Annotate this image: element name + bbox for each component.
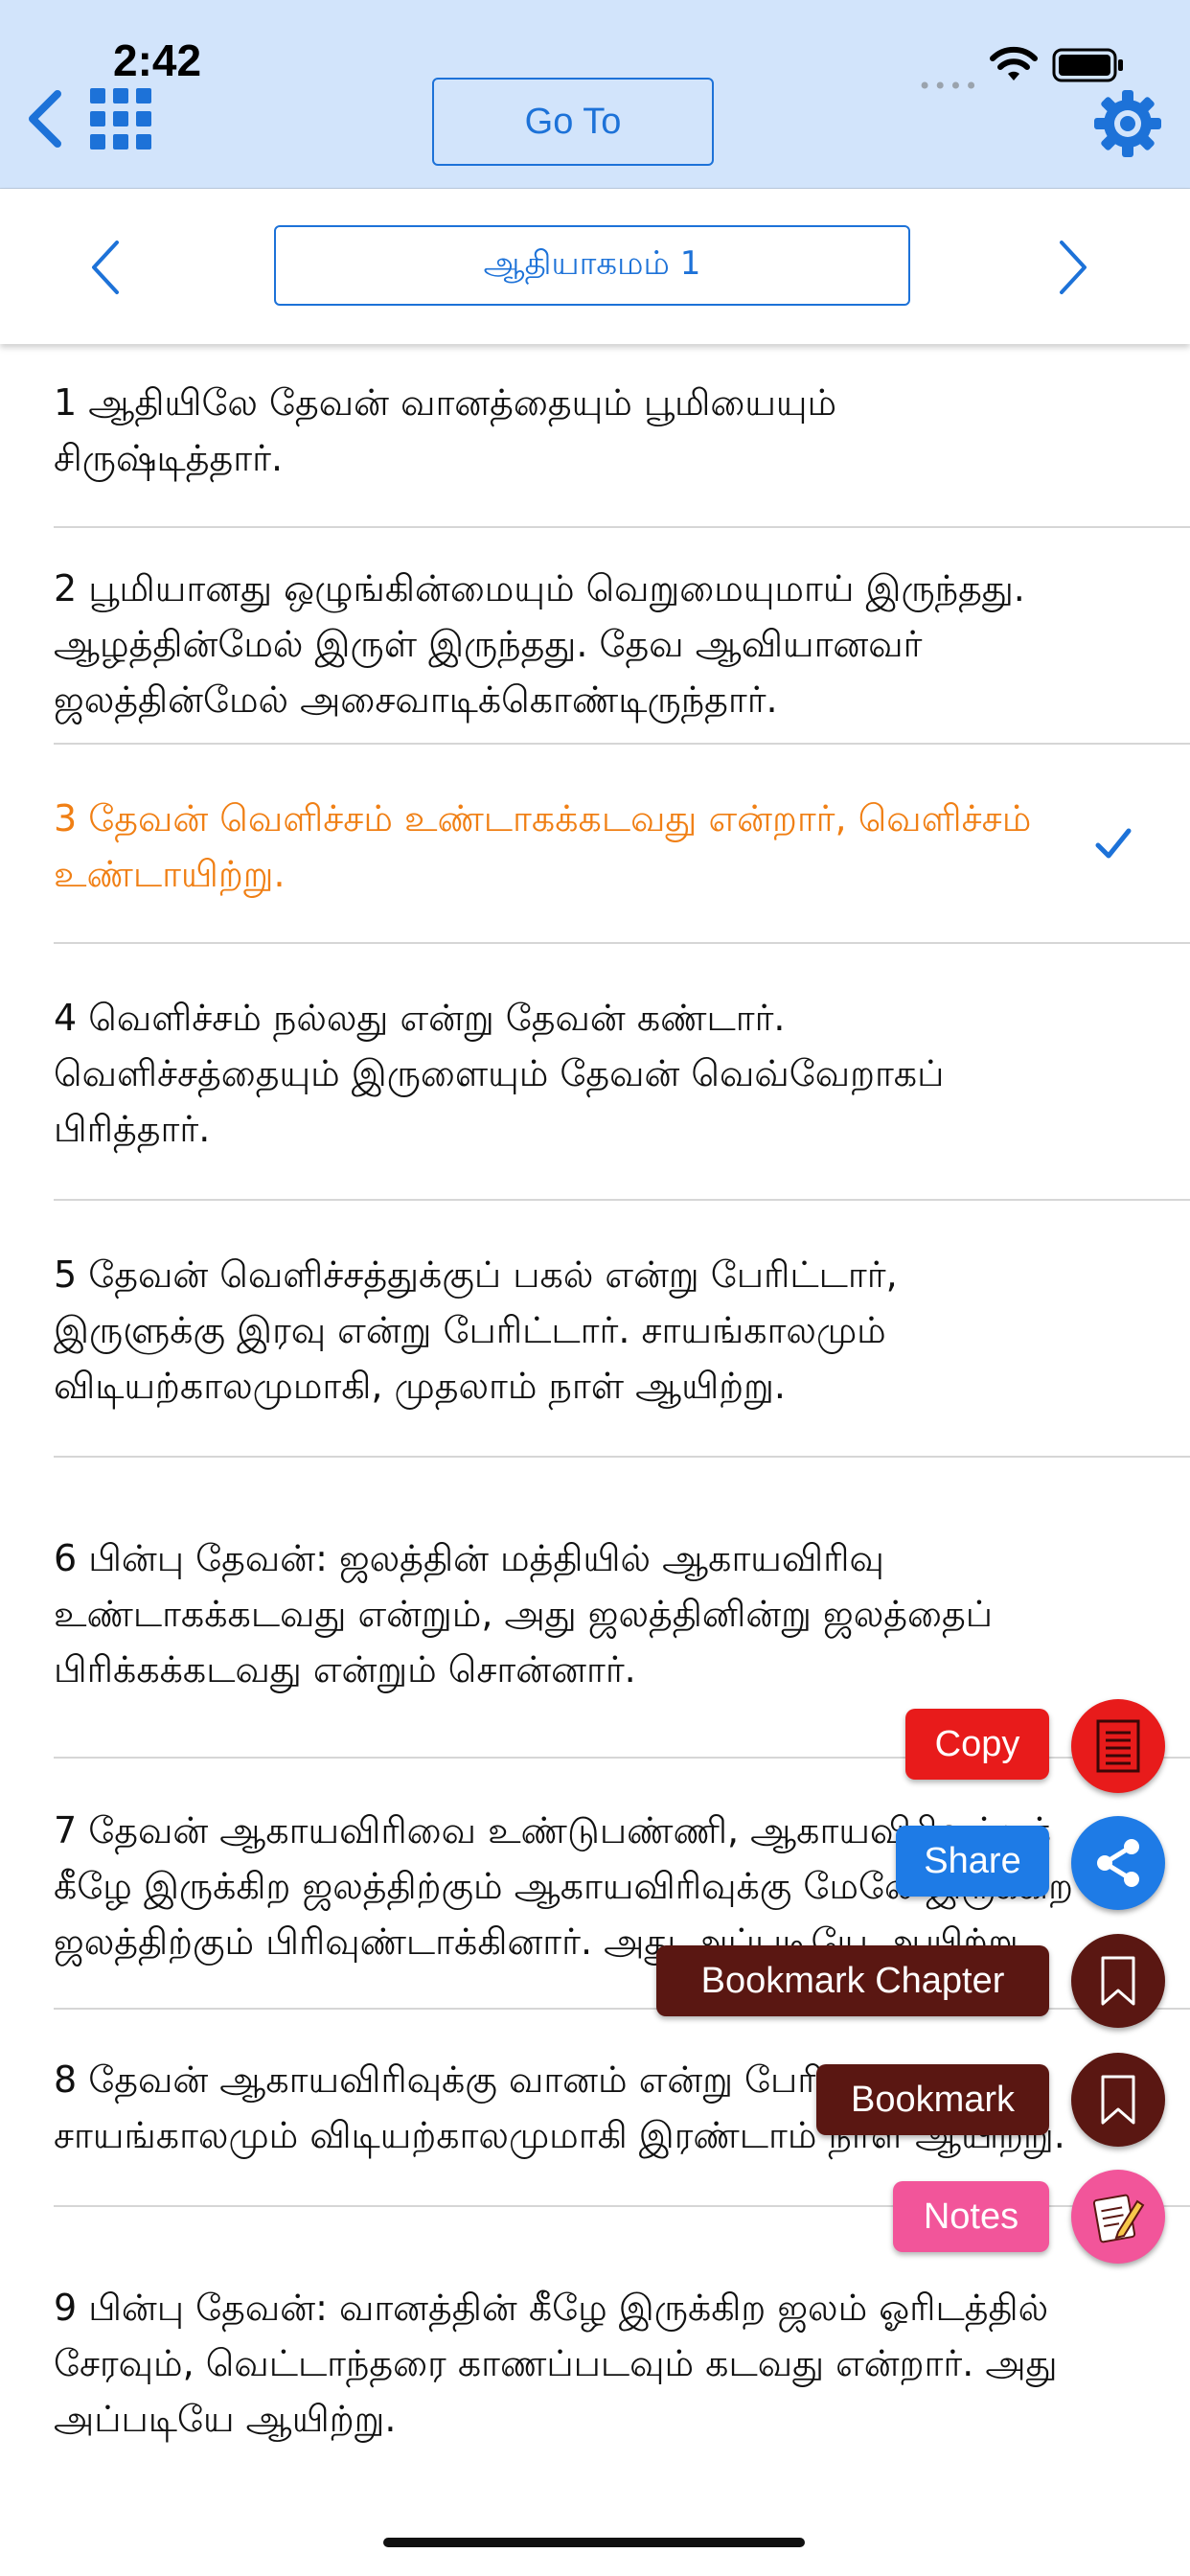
copy-document-icon [1096, 1719, 1140, 1773]
next-chapter-icon[interactable] [1056, 239, 1090, 296]
copy-label-button[interactable]: Copy [905, 1709, 1049, 1780]
bookmark-chapter-label-button[interactable]: Bookmark Chapter [656, 1945, 1049, 2016]
home-indicator [383, 2538, 805, 2547]
notes-pencil-icon [1092, 2194, 1145, 2243]
books-grid-icon[interactable] [90, 88, 151, 150]
top-navigation-bar: 2:42 •••• Go To [0, 0, 1190, 189]
status-time: 2:42 [113, 35, 202, 85]
verse-text: 9 பின்பு தேவன்: வானத்தின் கீழே இருக்கிற … [54, 2287, 1058, 2440]
back-chevron-icon[interactable] [23, 88, 65, 150]
share-icon [1097, 1839, 1139, 1887]
verse-row[interactable]: 4 வெளிச்சம் நல்லது என்று தேவன் கண்டார். … [0, 944, 1190, 1199]
chapter-select-button[interactable]: ஆதியாகமம் 1 [274, 225, 910, 306]
cellular-signal-icon: •••• [918, 73, 980, 100]
go-to-button[interactable]: Go To [432, 78, 714, 166]
verse-text: 6 பின்பு தேவன்: ஜலத்தின் மத்தியில் ஆகாயவ… [54, 1537, 994, 1690]
chapter-navigation-bar: ஆதியாகமம் 1 [0, 189, 1190, 344]
bookmark-chapter-fab-button[interactable] [1071, 1934, 1165, 2028]
checkmark-icon [1095, 828, 1132, 859]
notes-fab-button[interactable] [1071, 2170, 1165, 2264]
verse-text: 2 பூமியானது ஒழுங்கின்மையும் வெறுமையுமாய்… [54, 567, 1025, 721]
verse-list: 1 ஆதியிலே தேவன் வானத்தையும் பூமியையும் ச… [0, 344, 1190, 2466]
gear-icon[interactable] [1092, 88, 1163, 159]
verse-row[interactable]: 1 ஆதியிலே தேவன் வானத்தையும் பூமியையும் ச… [0, 344, 1190, 526]
verse-row[interactable]: 5 தேவன் வெளிச்சத்துக்குப் பகல் என்று பேர… [0, 1201, 1190, 1456]
battery-icon [1052, 48, 1123, 82]
notes-label-button[interactable]: Notes [893, 2181, 1049, 2252]
verse-text: 4 வெளிச்சம் நல்லது என்று தேவன் கண்டார். … [54, 997, 945, 1150]
copy-fab-button[interactable] [1071, 1699, 1165, 1793]
share-fab-button[interactable] [1071, 1816, 1165, 1910]
share-label-button[interactable]: Share [896, 1826, 1049, 1897]
wifi-icon [990, 46, 1038, 80]
bookmark-icon [1101, 1956, 1135, 2006]
verse-row[interactable]: 2 பூமியானது ஒழுங்கின்மையும் வெறுமையுமாய்… [0, 528, 1190, 743]
verse-text: 5 தேவன் வெளிச்சத்துக்குப் பகல் என்று பேர… [54, 1254, 898, 1407]
verse-text: 1 ஆதியிலே தேவன் வானத்தையும் பூமியையும் ச… [54, 381, 837, 479]
bookmark-fab-button[interactable] [1071, 2053, 1165, 2147]
verse-text: 3 தேவன் வெளிச்சம் உண்டாகக்கடவது என்றார்,… [54, 797, 1032, 895]
bookmark-icon [1101, 2075, 1135, 2125]
verse-row-selected[interactable]: 3 தேவன் வெளிச்சம் உண்டாகக்கடவது என்றார்,… [0, 745, 1190, 942]
bookmark-label-button[interactable]: Bookmark [816, 2064, 1049, 2135]
previous-chapter-icon[interactable] [88, 239, 123, 296]
